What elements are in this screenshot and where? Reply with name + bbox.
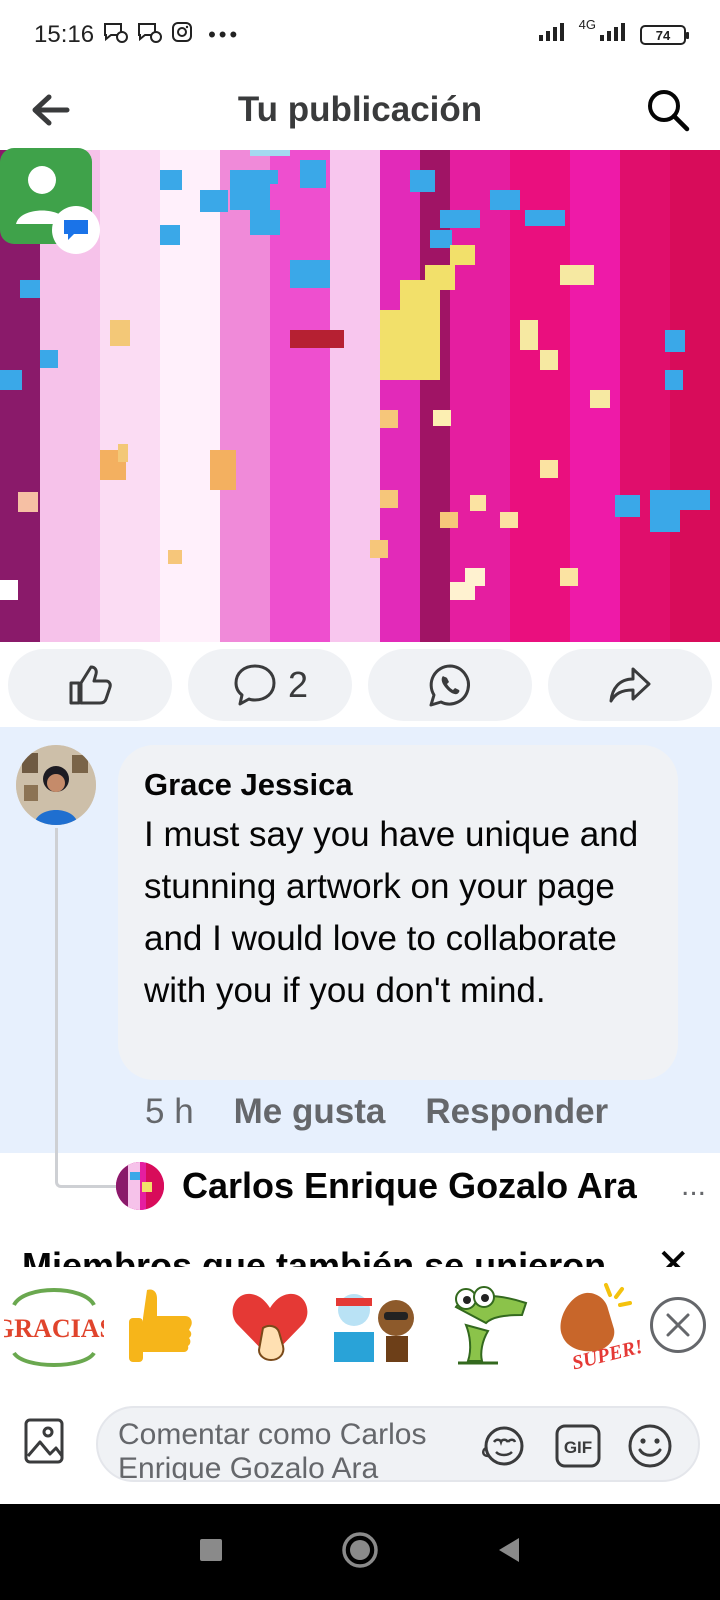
heart-hand-sticker-image [232,1293,308,1362]
thumbs-up-sticker[interactable] [108,1273,216,1377]
back-nav-button[interactable] [495,1535,523,1570]
contact-chat-icon [0,148,100,254]
avatar-sticker-button[interactable] [478,1420,530,1472]
super-clap-sticker[interactable]: SUPER! [540,1273,648,1377]
super-clap-sticker-image: SUPER! [560,1283,644,1373]
thumbs-up-sticker-image [129,1289,192,1362]
close-icon [666,1313,690,1337]
header: Tu publicación [0,70,720,150]
members-section: Miembros que también se unieron ✕ [0,1245,720,1267]
pixel-artwork [0,150,720,642]
comment-actions: 5 h Me gusta Responder [145,1092,608,1132]
comment-count: 2 [287,664,309,705]
system-navigation-bar [0,1504,720,1600]
share-button[interactable] [548,649,712,721]
comment-input-placeholder: Comentar como Carlos Enrique Gozalo Ara [118,1418,427,1482]
avatar [116,1162,164,1210]
like-button[interactable] [8,649,172,721]
members-title: Miembros que también se unieron [22,1245,607,1267]
reply-author: Carlos Enrique Gozalo Ara [182,1165,637,1206]
avatar-heart-icon [482,1426,524,1466]
recent-apps-button[interactable] [197,1536,225,1569]
comment-bubble[interactable]: Grace Jessica I must say you have unique… [118,745,678,1080]
commenter-avatar-image [16,745,96,825]
search-icon [648,90,690,132]
circle-icon [342,1531,378,1568]
chat-notification-icon [102,20,129,51]
thumbs-up-icon [69,665,112,705]
close-stickers-button[interactable] [650,1297,706,1353]
reply-more-indicator: ... [680,1169,706,1202]
comment-bubble-icon [234,664,276,706]
comment-author[interactable]: Grace Jessica [144,767,652,803]
square-icon [200,1538,223,1561]
add-photo-button[interactable] [22,1416,74,1468]
whatsapp-share-button[interactable] [368,649,532,721]
comment-time: 5 h [145,1092,194,1131]
comment-reply-link[interactable]: Responder [425,1092,608,1132]
chat-notification-icon-2 [136,20,163,51]
signal-icon [537,21,569,50]
status-bar: 15:16 ••• 4G 74 [0,0,720,70]
crocodile-sticker-image [454,1286,528,1365]
replier-avatar-image [116,1162,164,1210]
gracias-sticker[interactable]: GRACIAS [0,1273,108,1377]
comment-input[interactable]: Comentar como Carlos Enrique Gozalo Ara … [96,1406,700,1482]
back-button[interactable] [24,84,76,136]
dj-characters-sticker[interactable] [324,1273,432,1377]
gracias-sticker-image: GRACIAS [4,1288,104,1367]
smiley-icon [628,1424,672,1468]
sticker-suggestions: GRACIA SUPER! [0,1270,720,1380]
whatsapp-icon [429,664,470,707]
comment-composer: Comentar como Carlos Enrique Gozalo Ara … [0,1380,720,1504]
heart-hand-sticker[interactable] [216,1273,324,1377]
status-time: 15:16 [34,21,95,48]
gif-label: GIF [564,1438,592,1457]
reply-preview[interactable]: Carlos Enrique Gozalo Ara ... [116,1160,706,1212]
reply-thread-line [55,828,117,1188]
comment-text: I must say you have unique and stunning … [144,815,639,1010]
gracias-text: GRACIAS [4,1314,104,1343]
emoji-button[interactable] [624,1420,676,1472]
triangle-back-icon [498,1537,519,1562]
avatar[interactable] [16,745,96,825]
members-close-icon[interactable]: ✕ [656,1245,690,1267]
network-type: 4G [578,16,596,32]
share-arrow-icon [609,667,651,703]
battery-level: 74 [655,27,671,43]
post-action-bar: 2 [0,645,720,725]
crocodile-sticker[interactable] [432,1273,540,1377]
post-image[interactable] [0,150,720,642]
more-notifications-icon: ••• [208,22,241,47]
contacts-chat-head[interactable] [0,148,100,256]
comment-like-link[interactable]: Me gusta [234,1092,386,1132]
search-button[interactable] [640,82,696,138]
gif-button[interactable]: GIF [552,1420,604,1472]
arrow-left-icon [32,94,70,126]
home-button[interactable] [340,1530,380,1575]
instagram-icon [170,20,194,51]
battery-icon: 74 [640,25,689,45]
comment-button[interactable]: 2 [188,649,352,721]
page-title: Tu publicación [237,90,483,129]
dj-characters-sticker-image [334,1294,414,1362]
signal-4g-icon [598,21,630,50]
image-icon [24,1418,64,1464]
gif-icon: GIF [555,1424,601,1468]
